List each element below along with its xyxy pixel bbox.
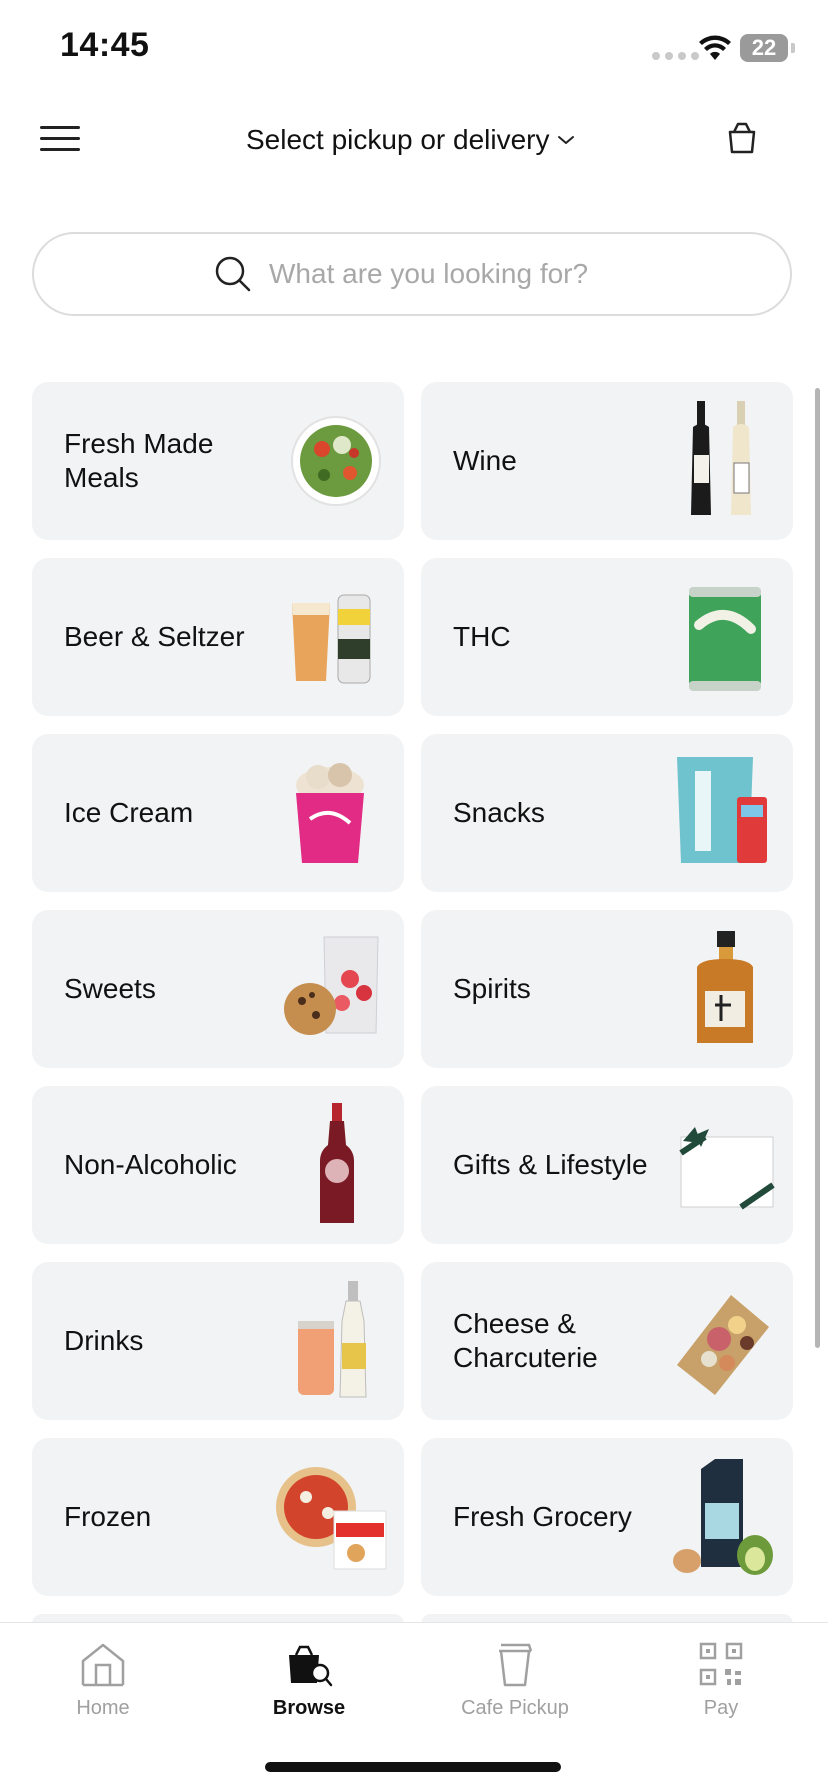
category-label: Wine — [453, 445, 517, 476]
tab-home[interactable]: Home — [3, 1641, 203, 1751]
category-label: Gifts & Lifestyle — [453, 1149, 648, 1180]
cookie-and-candy-bag-icon — [284, 936, 379, 1035]
scrollbar[interactable] — [815, 388, 820, 1348]
category-label: Non-Alcoholic — [64, 1149, 237, 1180]
fulfillment-selector[interactable]: Select pickup or delivery — [246, 120, 575, 160]
home-icon — [81, 1643, 125, 1687]
category-tile-non-alcoholic[interactable]: Non-Alcoholic — [32, 1086, 404, 1244]
category-label: Beer & Seltzer — [64, 621, 245, 652]
search-input[interactable] — [267, 257, 611, 291]
menu-line — [40, 148, 80, 151]
app-header: Select pickup or delivery — [0, 96, 828, 182]
category-tile-snacks[interactable]: Snacks — [421, 734, 793, 892]
category-tile-sweets[interactable]: Sweets — [32, 910, 404, 1068]
category-tile-thc[interactable]: THC — [421, 558, 793, 716]
category-label: Cheese & Charcuterie — [453, 1308, 598, 1373]
chips-bag-icon — [677, 757, 767, 863]
category-label: Frozen — [64, 1501, 152, 1532]
wifi-icon — [699, 35, 731, 60]
tab-label: Pay — [703, 1697, 739, 1719]
category-tile-partial[interactable] — [32, 1614, 404, 1622]
search-icon — [215, 256, 251, 292]
category-label: Fresh Made Meals — [64, 428, 214, 493]
tab-label: Home — [76, 1697, 130, 1719]
category-tile-frozen[interactable]: Frozen — [32, 1438, 404, 1596]
charcuterie-board-icon — [677, 1295, 769, 1395]
salad-bowl-icon — [291, 416, 381, 506]
qr-code-icon — [699, 1642, 743, 1686]
tab-pay[interactable]: Pay — [621, 1641, 821, 1751]
category-tile-wine[interactable]: Wine — [421, 382, 793, 540]
coffee-cup-icon — [499, 1643, 533, 1687]
category-tile-drinks[interactable]: Drinks — [32, 1262, 404, 1420]
category-tile-gifts-lifestyle[interactable]: Gifts & Lifestyle — [421, 1086, 793, 1244]
whisky-bottle-icon — [697, 931, 753, 1043]
category-label: Drinks — [64, 1325, 144, 1356]
category-label: THC — [453, 621, 511, 652]
category-label: Sweets — [64, 973, 156, 1004]
category-label: Fresh Grocery — [453, 1501, 632, 1532]
category-tile-beer-seltzer[interactable]: Beer & Seltzer — [32, 558, 404, 716]
category-tile-fresh-grocery[interactable]: Fresh Grocery — [421, 1438, 793, 1596]
battery-tip — [791, 43, 795, 53]
category-grid: Fresh Made Meals Wine Beer & Seltzer THC… — [32, 382, 796, 1622]
category-tile-spirits[interactable]: Spirits — [421, 910, 793, 1068]
can-and-bottle-icon — [298, 1281, 367, 1398]
home-indicator — [265, 1762, 561, 1772]
status-time: 14:45 — [60, 26, 150, 64]
oat-milk-and-produce-icon — [673, 1459, 773, 1575]
battery-indicator: 22 — [740, 34, 788, 62]
search-bar[interactable] — [32, 232, 792, 316]
tab-cafe-pickup[interactable]: Cafe Pickup — [415, 1641, 615, 1751]
hamburger-menu-button[interactable] — [40, 124, 80, 154]
gift-card-icon — [679, 1127, 775, 1210]
category-label: Ice Cream — [64, 797, 194, 828]
menu-line — [40, 126, 80, 129]
shopping-bag-search-icon — [289, 1645, 333, 1687]
category-tile-partial[interactable] — [421, 1614, 793, 1622]
tab-label: Cafe Pickup — [461, 1697, 569, 1719]
tab-label: Browse — [272, 1697, 346, 1719]
wine-bottles-icon — [691, 401, 751, 515]
category-label: Snacks — [453, 797, 545, 828]
category-label: Spirits — [453, 973, 531, 1004]
soda-bottle-icon — [320, 1103, 354, 1223]
category-tile-fresh-made-meals[interactable]: Fresh Made Meals — [32, 382, 404, 540]
status-bar: 14:45 22 — [0, 0, 828, 96]
tab-browse[interactable]: Browse — [209, 1641, 409, 1751]
menu-line — [40, 137, 80, 140]
pizza-and-nuggets-icon — [276, 1467, 387, 1570]
cellular-signal-icon — [652, 52, 699, 60]
green-can-icon — [689, 587, 761, 691]
fulfillment-selector-label: Select pickup or delivery — [246, 124, 550, 155]
chevron-down-icon — [558, 136, 575, 144]
bag-icon[interactable] — [722, 118, 762, 158]
ice-cream-pint-icon — [296, 763, 364, 863]
category-tile-ice-cream[interactable]: Ice Cream — [32, 734, 404, 892]
category-tile-cheese-charcuterie[interactable]: Cheese & Charcuterie — [421, 1262, 793, 1420]
beer-glass-and-can-icon — [292, 594, 371, 684]
